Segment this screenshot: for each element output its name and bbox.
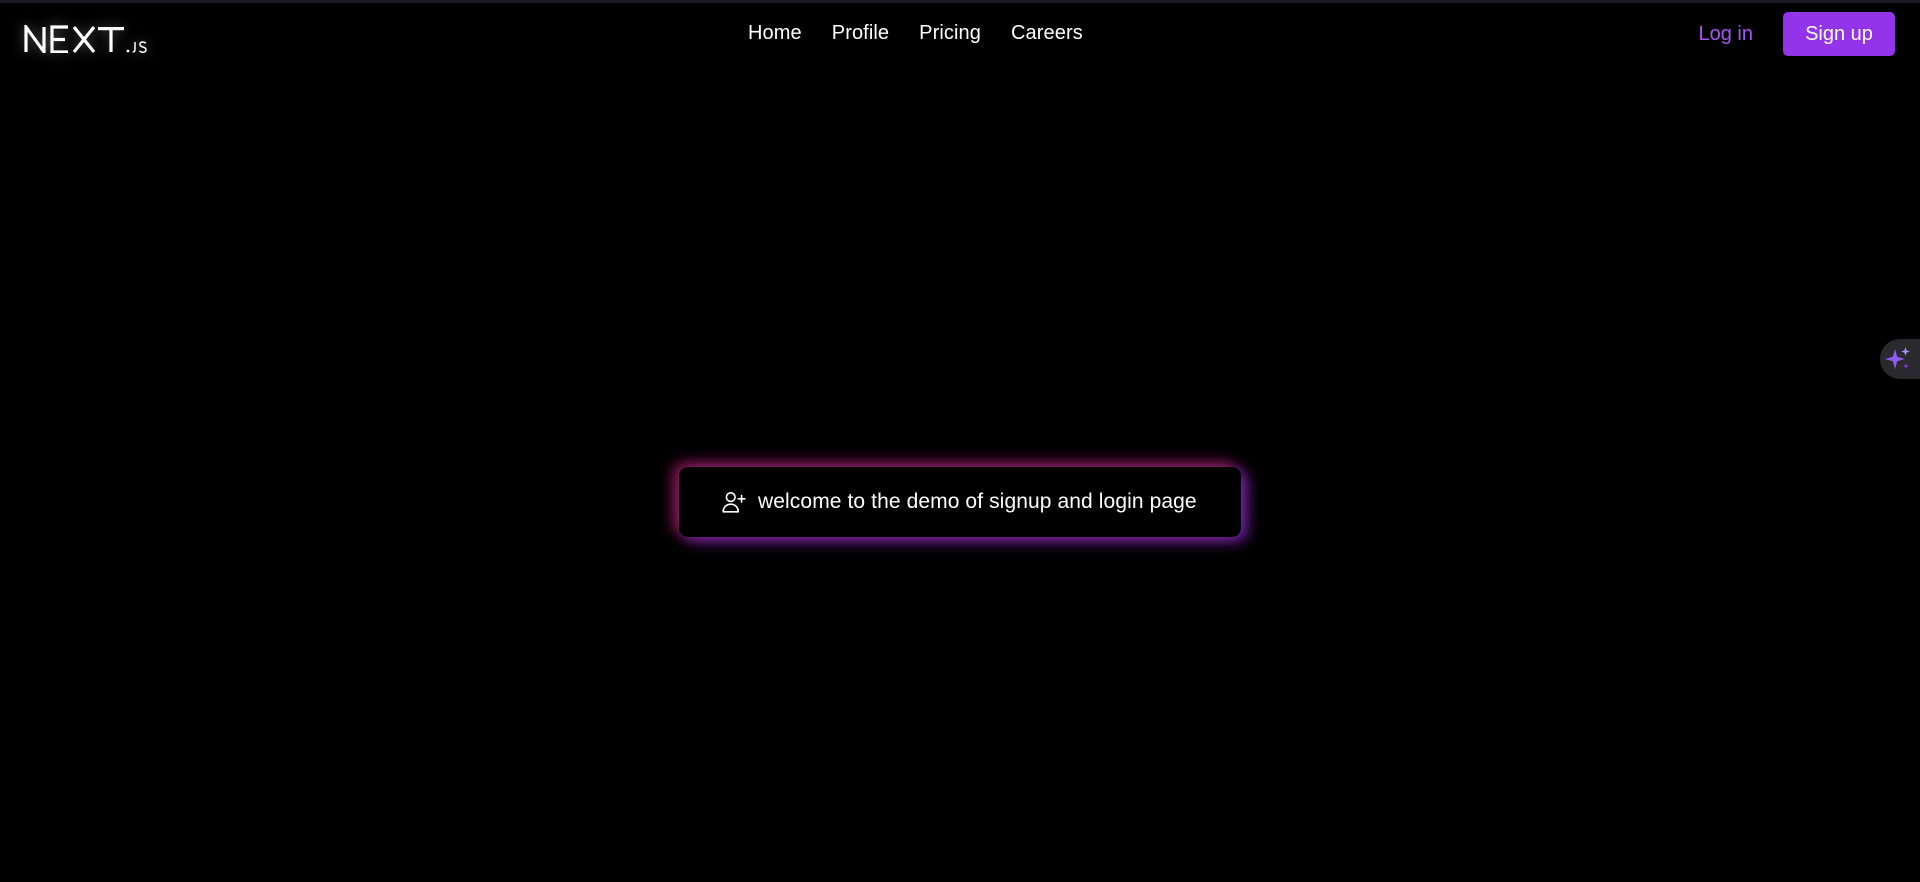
welcome-text: welcome to the demo of signup and login … (758, 490, 1197, 513)
nextjs-logo-icon (24, 25, 147, 53)
nextjs-logo[interactable] (24, 17, 152, 53)
sparkle-icon (1885, 347, 1910, 369)
signup-button[interactable]: Sign up (1783, 12, 1895, 56)
nav-link-home[interactable]: Home (748, 22, 802, 45)
user-plus-icon (721, 489, 747, 515)
login-link[interactable]: Log in (1699, 23, 1754, 46)
nav-link-profile[interactable]: Profile (832, 22, 889, 45)
nav-links: Home Profile Pricing Careers (748, 3, 1083, 63)
auth-actions: Log in Sign up (1699, 12, 1895, 56)
page: Home Profile Pricing Careers Log in Sign… (0, 0, 1920, 882)
navbar: Home Profile Pricing Careers Log in Sign… (0, 3, 1920, 63)
welcome-badge[interactable]: welcome to the demo of signup and login … (679, 467, 1241, 537)
nav-link-careers[interactable]: Careers (1011, 22, 1083, 45)
nav-link-pricing[interactable]: Pricing (919, 22, 981, 45)
assistant-tab[interactable] (1880, 339, 1920, 379)
